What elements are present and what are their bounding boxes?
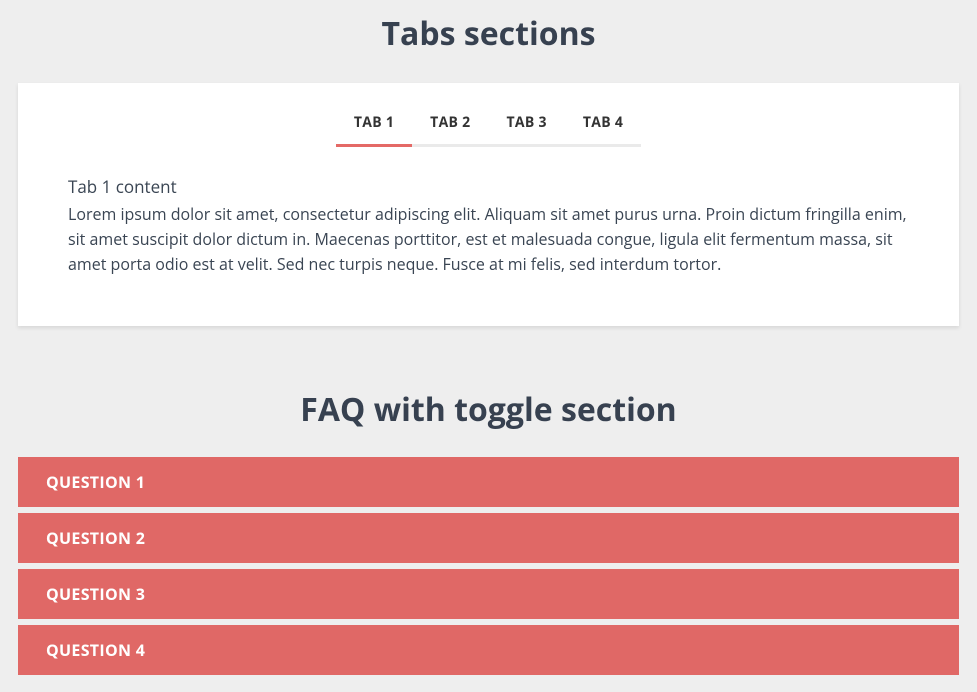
faq-question-4[interactable]: QUESTION 4	[18, 625, 959, 675]
tab-nav: TAB 1 TAB 2 TAB 3 TAB 4	[68, 113, 909, 147]
faq-section-title: FAQ with toggle section	[0, 388, 977, 431]
faq-question-3[interactable]: QUESTION 3	[18, 569, 959, 619]
tab-3[interactable]: TAB 3	[489, 113, 565, 147]
tab-1[interactable]: TAB 1	[336, 113, 412, 147]
faq-question-2[interactable]: QUESTION 2	[18, 513, 959, 563]
tabs-card: TAB 1 TAB 2 TAB 3 TAB 4 Tab 1 content Lo…	[18, 83, 959, 326]
tab-4[interactable]: TAB 4	[565, 113, 641, 147]
faq-list: QUESTION 1 QUESTION 2 QUESTION 3 QUESTIO…	[18, 457, 959, 675]
tab-content: Tab 1 content Lorem ipsum dolor sit amet…	[68, 175, 909, 276]
tab-content-title: Tab 1 content	[68, 175, 909, 198]
tabs-section-title: Tabs sections	[0, 12, 977, 55]
faq-question-1[interactable]: QUESTION 1	[18, 457, 959, 507]
tab-2[interactable]: TAB 2	[412, 113, 488, 147]
tab-content-body: Lorem ipsum dolor sit amet, consectetur …	[68, 202, 909, 276]
